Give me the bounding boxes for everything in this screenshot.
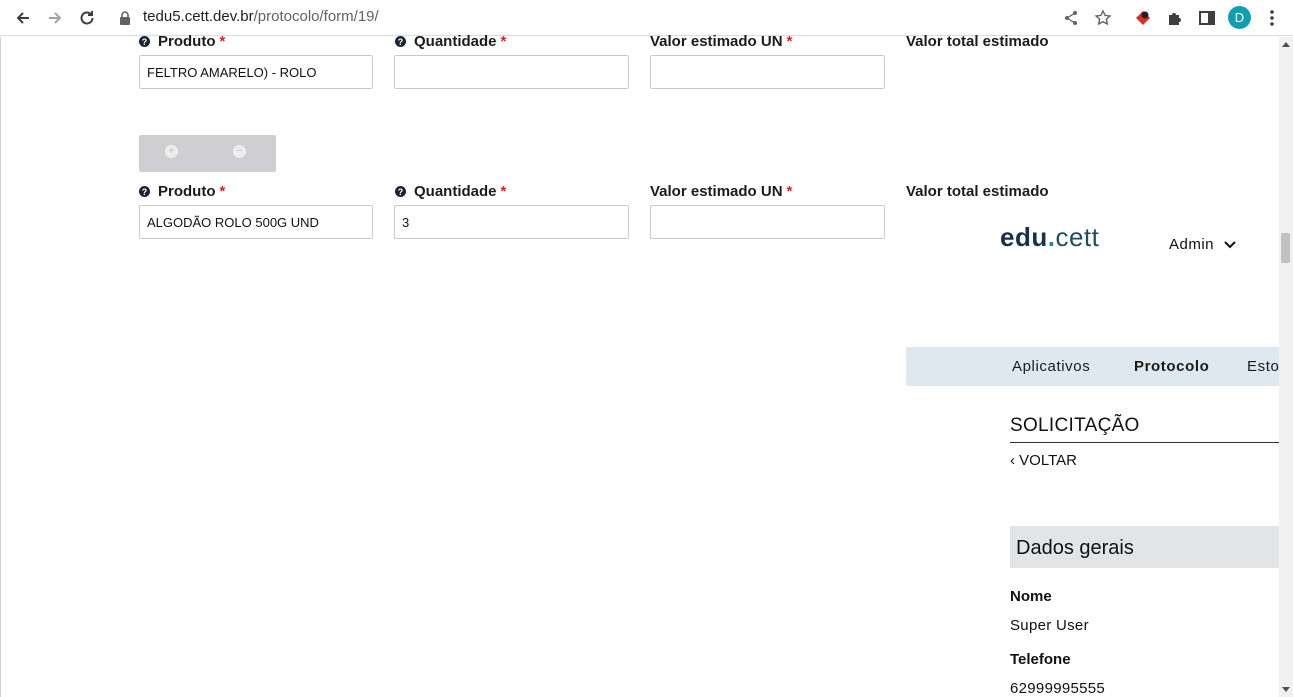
lock-icon — [120, 11, 130, 25]
quantity-label: ? Quantidade * — [395, 183, 506, 200]
total-value-label: Valor total estimado — [906, 183, 1049, 200]
name-value: Super User — [1010, 617, 1089, 634]
help-icon[interactable]: ? — [395, 186, 406, 197]
address-bar[interactable]: tedu5.cett.dev.br/protocolo/form/19/ — [143, 8, 379, 25]
quantity-input[interactable] — [394, 205, 629, 239]
help-icon[interactable]: ? — [395, 36, 406, 47]
star-icon[interactable] — [1092, 7, 1114, 29]
nav-item-aplicativos[interactable]: Aplicativos — [1012, 358, 1090, 375]
add-row-button[interactable]: + — [165, 145, 178, 158]
total-value-label-text: Valor total estimado — [906, 33, 1049, 50]
profile-avatar[interactable]: D — [1228, 6, 1251, 29]
unit-value-input[interactable] — [650, 205, 885, 239]
sidepanel-icon[interactable] — [1196, 7, 1218, 29]
logo-edu: edu — [1000, 222, 1048, 252]
extension-badge-icon[interactable] — [1132, 7, 1154, 29]
more-menu-icon[interactable] — [1262, 7, 1282, 29]
quantity-label: ? Quantidade * — [395, 33, 506, 50]
required-mark: * — [500, 33, 507, 50]
general-data-title: Dados gerais — [1016, 537, 1134, 559]
product-input[interactable] — [139, 205, 373, 239]
total-value-label: Valor total estimado — [906, 33, 1049, 50]
educett-logo[interactable]: edu.cett — [1000, 222, 1099, 253]
url-path: /protocolo/form/19/ — [253, 8, 379, 25]
unit-value-label-text: Valor estimado UN — [650, 183, 783, 200]
scroll-up-arrow-icon[interactable] — [1281, 40, 1291, 50]
quantity-label-text: Quantidade — [414, 183, 497, 200]
product-label-text: Produto — [158, 33, 216, 50]
help-icon[interactable]: ? — [139, 186, 150, 197]
vertical-scrollbar[interactable] — [1279, 37, 1293, 697]
product-label-text: Produto — [158, 183, 216, 200]
scrollbar-thumb[interactable] — [1281, 233, 1290, 263]
url-host: tedu5.cett.dev.br — [143, 8, 254, 25]
title-divider — [1010, 442, 1279, 443]
back-label: VOLTAR — [1019, 452, 1077, 469]
phone-value: 62999995555 — [1010, 680, 1106, 697]
remove-row-button[interactable]: − — [233, 145, 246, 158]
quantity-input[interactable] — [394, 55, 629, 89]
viewport-border — [0, 37, 1, 697]
browser-toolbar: tedu5.cett.dev.br/protocolo/form/19/ D — [0, 0, 1293, 36]
unit-value-label: Valor estimado UN * — [650, 33, 792, 50]
help-icon[interactable]: ? — [139, 36, 150, 47]
required-mark: * — [219, 183, 226, 200]
app-navbar: Aplicativos Protocolo Estoque — [906, 347, 1279, 386]
unit-value-label: Valor estimado UN * — [650, 183, 792, 200]
product-input[interactable] — [139, 55, 373, 89]
required-mark: * — [786, 183, 793, 200]
phone-label: Telefone — [1010, 651, 1071, 668]
general-data-header: Dados gerais — [1010, 526, 1279, 568]
admin-menu[interactable]: Admin — [1169, 236, 1236, 253]
product-label: ? Produto * — [139, 33, 225, 50]
page-title: SOLICITAÇÃO — [1010, 415, 1140, 436]
add-remove-button-group: + − — [139, 135, 276, 172]
name-label: Nome — [1010, 588, 1052, 605]
total-value-label-text: Valor total estimado — [906, 183, 1049, 200]
required-mark: * — [219, 33, 226, 50]
scroll-down-arrow-icon[interactable] — [1281, 684, 1291, 694]
reload-icon[interactable] — [75, 6, 99, 30]
required-mark: * — [500, 183, 507, 200]
admin-label: Admin — [1169, 236, 1215, 253]
product-label: ? Produto * — [139, 183, 225, 200]
unit-value-label-text: Valor estimado UN — [650, 33, 783, 50]
share-icon[interactable] — [1060, 7, 1082, 29]
chevron-left-icon: ‹ — [1010, 452, 1015, 469]
nav-item-protocolo[interactable]: Protocolo — [1134, 358, 1209, 375]
logo-cett: cett — [1055, 222, 1100, 252]
back-arrow-icon[interactable] — [11, 6, 35, 30]
unit-value-input[interactable] — [650, 55, 885, 89]
puzzle-icon[interactable] — [1164, 7, 1186, 29]
required-mark: * — [786, 33, 793, 50]
back-link[interactable]: ‹ VOLTAR — [1010, 452, 1077, 469]
quantity-label-text: Quantidade — [414, 33, 497, 50]
chevron-down-icon — [1224, 240, 1236, 248]
forward-arrow-icon[interactable] — [43, 6, 67, 30]
nav-item-estoque[interactable]: Estoque — [1247, 358, 1279, 375]
